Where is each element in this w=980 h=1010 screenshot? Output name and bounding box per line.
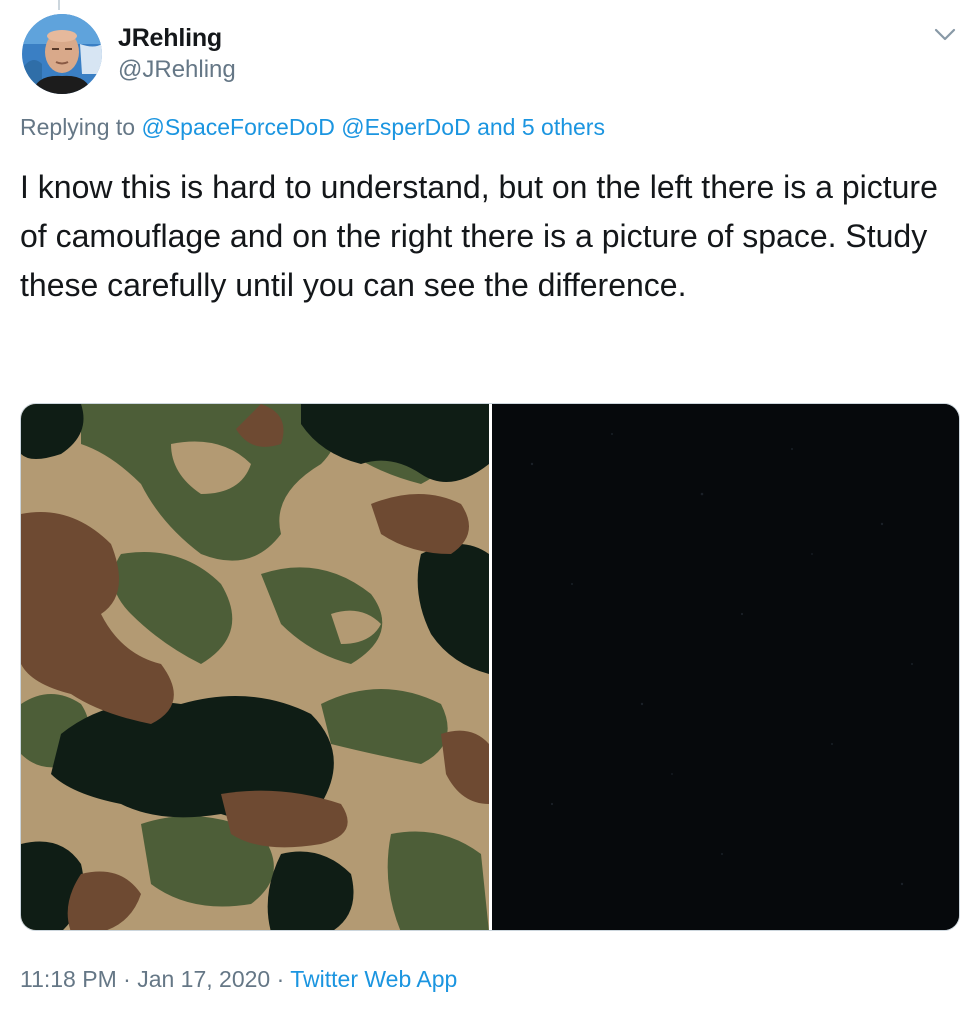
mention-link-spaceforcedod[interactable]: @SpaceForceDoD xyxy=(141,114,334,140)
tweet-metadata: 11:18 PM · Jan 17, 2020 · Twitter Web Ap… xyxy=(20,966,960,993)
tweet-time[interactable]: 11:18 PM xyxy=(20,966,117,992)
tweet-date[interactable]: Jan 17, 2020 xyxy=(137,966,270,992)
avatar-image xyxy=(22,14,102,94)
others-link[interactable]: and 5 others xyxy=(477,114,605,140)
media-grid xyxy=(20,403,960,931)
replying-prefix: Replying to xyxy=(20,114,136,140)
space-image[interactable] xyxy=(492,404,959,930)
camouflage-image[interactable] xyxy=(21,404,489,930)
thread-connector-line xyxy=(58,0,60,10)
more-options-button[interactable] xyxy=(928,20,962,50)
user-handle[interactable]: @JRehling xyxy=(118,56,236,84)
meta-separator: · xyxy=(270,966,291,992)
mention-link-esperdod[interactable]: @EsperDoD xyxy=(341,114,470,140)
chevron-down-icon xyxy=(934,28,956,41)
avatar[interactable] xyxy=(22,14,102,94)
display-name[interactable]: JRehling xyxy=(118,24,222,53)
replying-to-line: Replying to @SpaceForceDoD @EsperDoD and… xyxy=(20,114,960,141)
source-app-link[interactable]: Twitter Web App xyxy=(290,966,457,992)
meta-separator: · xyxy=(116,966,138,992)
tweet-text: I know this is hard to understand, but o… xyxy=(20,169,938,303)
